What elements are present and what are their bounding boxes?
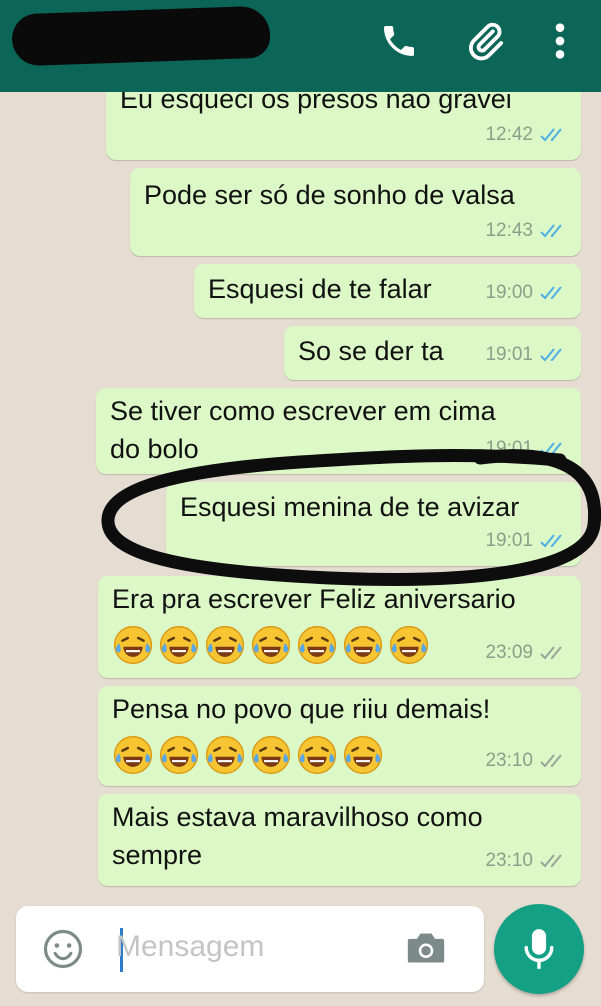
message-text: Esquesi menina de te avizar bbox=[180, 492, 520, 522]
message-text: Pode ser só de sonho de valsa bbox=[144, 180, 515, 210]
tears-of-joy-emoji-icon bbox=[159, 735, 199, 775]
message-meta: 19:01 bbox=[485, 430, 569, 468]
attach-icon[interactable] bbox=[462, 18, 508, 64]
message-time: 23:10 bbox=[485, 750, 533, 771]
message-time: 12:43 bbox=[485, 220, 533, 241]
read-ticks-icon bbox=[540, 442, 562, 456]
message-meta: 19:00 bbox=[485, 274, 569, 312]
read-ticks-icon bbox=[540, 128, 562, 142]
message-time: 19:00 bbox=[485, 282, 533, 303]
delivered-ticks-icon bbox=[540, 854, 562, 868]
message-bubble[interactable]: Eu esqueci os presos não gravei 12:42 bbox=[106, 92, 581, 160]
message-time: 23:09 bbox=[485, 642, 533, 663]
tears-of-joy-emoji-icon bbox=[251, 625, 291, 665]
message-meta: 23:10 bbox=[485, 742, 569, 780]
tears-of-joy-emoji-icon bbox=[297, 735, 337, 775]
read-ticks-icon bbox=[540, 534, 562, 548]
message-meta: 12:42 bbox=[485, 116, 569, 154]
message-bubble[interactable]: Era pra escrever Feliz aniversario 23:09 bbox=[98, 576, 581, 678]
tears-of-joy-emoji-icon bbox=[389, 625, 429, 665]
message-bubble[interactable]: Se tiver como escrever em cima do bolo 1… bbox=[96, 388, 581, 474]
read-ticks-icon bbox=[540, 348, 562, 362]
mic-icon bbox=[524, 929, 554, 969]
message-text: Era pra escrever Feliz aniversario bbox=[112, 584, 516, 614]
read-ticks-icon bbox=[540, 286, 562, 300]
emoji-row bbox=[112, 734, 384, 776]
message-text: Eu esqueci os presos não gravei bbox=[120, 92, 512, 114]
read-ticks-icon bbox=[540, 224, 562, 238]
message-time: 19:01 bbox=[485, 344, 533, 365]
chat-header bbox=[0, 0, 601, 92]
message-meta: 23:09 bbox=[485, 634, 569, 672]
message-composer[interactable]: Mensagem bbox=[16, 906, 484, 992]
mic-button[interactable] bbox=[494, 904, 584, 994]
message-time: 19:01 bbox=[485, 530, 533, 551]
message-bubble[interactable]: So se der ta 19:01 bbox=[284, 326, 581, 380]
message-time: 19:01 bbox=[485, 438, 533, 459]
message-time: 12:42 bbox=[485, 124, 533, 145]
message-time: 23:10 bbox=[485, 850, 533, 871]
message-input-placeholder[interactable]: Mensagem bbox=[116, 930, 264, 964]
tears-of-joy-emoji-icon bbox=[205, 735, 245, 775]
tears-of-joy-emoji-icon bbox=[251, 735, 291, 775]
more-vert-icon[interactable] bbox=[537, 18, 583, 64]
message-bubble[interactable]: Esquesi menina de te avizar 19:01 bbox=[166, 482, 581, 566]
message-bubble[interactable]: Pensa no povo que riiu demais! 23:10 bbox=[98, 686, 581, 786]
tears-of-joy-emoji-icon bbox=[113, 735, 153, 775]
tears-of-joy-emoji-icon bbox=[343, 735, 383, 775]
camera-icon[interactable] bbox=[404, 928, 448, 973]
message-meta: 19:01 bbox=[485, 522, 569, 560]
message-bubble[interactable]: Esquesi de te falar 19:00 bbox=[194, 264, 581, 318]
message-bubble[interactable]: Pode ser só de sonho de valsa 12:43 bbox=[130, 168, 581, 256]
phone-icon[interactable] bbox=[376, 18, 422, 64]
tears-of-joy-emoji-icon bbox=[297, 625, 337, 665]
delivered-ticks-icon bbox=[540, 754, 562, 768]
message-meta: 23:10 bbox=[485, 842, 569, 880]
message-meta: 12:43 bbox=[485, 212, 569, 250]
chat-messages[interactable]: Eu esqueci os presos não gravei 12:42 Po… bbox=[0, 92, 601, 900]
tears-of-joy-emoji-icon bbox=[159, 625, 199, 665]
redacted-contact-name[interactable] bbox=[11, 5, 271, 67]
tears-of-joy-emoji-icon bbox=[343, 625, 383, 665]
tears-of-joy-emoji-icon bbox=[205, 625, 245, 665]
emoji-row bbox=[112, 624, 430, 666]
delivered-ticks-icon bbox=[540, 646, 562, 660]
message-meta: 19:01 bbox=[485, 336, 569, 374]
message-bubble[interactable]: Mais estava maravilhoso como sempre 23:1… bbox=[98, 794, 581, 886]
emoji-icon[interactable] bbox=[42, 928, 84, 975]
message-text: Pensa no povo que riiu demais! bbox=[112, 694, 491, 724]
tears-of-joy-emoji-icon bbox=[113, 625, 153, 665]
